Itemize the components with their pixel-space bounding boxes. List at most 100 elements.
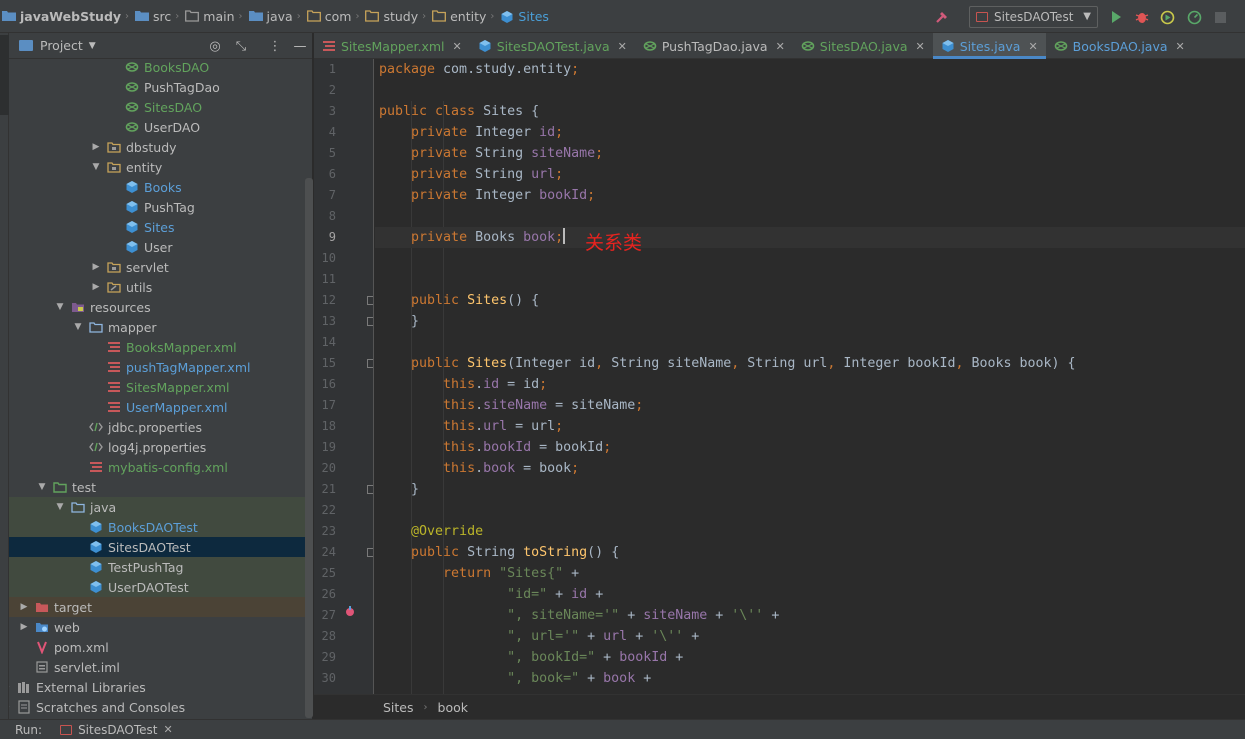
code-line[interactable]: ", bookId=" + bookId + [375, 647, 1245, 668]
code-line[interactable]: private Integer bookId; [375, 185, 1245, 206]
tab-pushtagdao-java[interactable]: PushTagDao.java ✕ [635, 33, 793, 59]
tree-item-java[interactable]: ▼ java [9, 497, 305, 517]
code-line[interactable]: "id=" + id + [375, 584, 1245, 605]
fold-marker-icon[interactable] [367, 485, 373, 494]
code-line[interactable] [375, 269, 1245, 290]
code-line[interactable]: } [375, 479, 1245, 500]
code-line[interactable]: private Books book; [375, 227, 1245, 248]
close-icon[interactable]: ✕ [916, 40, 925, 53]
code-line[interactable]: public String toString() { [375, 542, 1245, 563]
profiler-icon[interactable] [1186, 9, 1202, 25]
tree-item-booksdao[interactable]: BooksDAO [9, 57, 305, 77]
locate-file-icon[interactable]: ◎ [207, 38, 223, 54]
build-hammer-icon[interactable] [934, 9, 950, 25]
project-view-select[interactable]: Project [40, 38, 83, 53]
tree-item-mybatis-config-xml[interactable]: mybatis-config.xml [9, 457, 305, 477]
breadcrumb-item-src[interactable]: src › [133, 0, 183, 33]
project-tree-scrollbar[interactable] [305, 178, 313, 718]
code-line[interactable]: ", siteName='" + siteName + '\'' + [375, 605, 1245, 626]
fold-marker-icon[interactable] [367, 548, 373, 557]
run-icon[interactable] [1108, 9, 1124, 25]
code-line[interactable] [375, 248, 1245, 269]
fold-marker-icon[interactable] [367, 317, 373, 326]
tree-item-pushtagdao[interactable]: PushTagDao [9, 77, 305, 97]
tree-item-testpushtag[interactable]: TestPushTag [9, 557, 305, 577]
code-line[interactable]: public Sites() { [375, 290, 1245, 311]
tree-item-pom-xml[interactable]: pom.xml [9, 637, 305, 657]
tab-sitesdao-java[interactable]: SitesDAO.java ✕ [793, 33, 933, 59]
fold-marker-icon[interactable] [367, 359, 373, 368]
tree-item-sitesdaotest[interactable]: SitesDAOTest [9, 537, 305, 557]
breadcrumb-item-main[interactable]: main › [183, 0, 246, 33]
project-tool-tab[interactable] [0, 35, 9, 115]
tab-sitesdaotest-java[interactable]: SitesDAOTest.java ✕ [470, 33, 635, 59]
code-line[interactable]: private String url; [375, 164, 1245, 185]
code-line[interactable]: this.book = book; [375, 458, 1245, 479]
tree-item-booksdaotest[interactable]: BooksDAOTest [9, 517, 305, 537]
collapse-all-icon[interactable]: ⤡ [233, 38, 249, 54]
hide-panel-icon[interactable]: — [292, 38, 308, 54]
tree-item-booksmapper-xml[interactable]: BooksMapper.xml [9, 337, 305, 357]
tree-item-target[interactable]: ▶ target [9, 597, 305, 617]
code-editor[interactable]: package com.study.entity; public class Si… [375, 59, 1245, 694]
expand-arrow-icon[interactable]: ▶ [19, 602, 29, 612]
tree-item-sites[interactable]: Sites [9, 217, 305, 237]
tree-item-sitesdao[interactable]: SitesDAO [9, 97, 305, 117]
code-line[interactable]: public Sites(Integer id, String siteName… [375, 353, 1245, 374]
close-icon[interactable]: ✕ [453, 40, 462, 53]
code-line[interactable] [375, 500, 1245, 521]
code-line[interactable]: this.siteName = siteName; [375, 395, 1245, 416]
tree-item-web[interactable]: ▶ web [9, 617, 305, 637]
run-configuration-select[interactable]: SitesDAOTest ▼ [969, 6, 1098, 28]
close-icon[interactable]: ✕ [618, 40, 627, 53]
collapse-arrow-icon[interactable]: ▼ [91, 162, 101, 172]
run-tab[interactable]: SitesDAOTest ✕ [60, 723, 173, 737]
expand-arrow-icon[interactable]: ▶ [91, 282, 101, 292]
tab-booksdao-java[interactable]: BooksDAO.java ✕ [1046, 33, 1193, 59]
expand-arrow-icon[interactable]: ▶ [9, 682, 11, 692]
debug-bug-icon[interactable] [1134, 9, 1150, 25]
tree-item-pushtagmapper-xml[interactable]: pushTagMapper.xml [9, 357, 305, 377]
close-icon[interactable]: ✕ [1028, 40, 1037, 53]
tree-item-mapper[interactable]: ▼ mapper [9, 317, 305, 337]
tree-item-entity[interactable]: ▼ entity [9, 157, 305, 177]
tree-item-userdaotest[interactable]: UserDAOTest [9, 577, 305, 597]
tree-item-userdao[interactable]: UserDAO [9, 117, 305, 137]
code-line[interactable]: @Override [375, 521, 1245, 542]
code-line[interactable]: this.url = url; [375, 416, 1245, 437]
code-line[interactable]: public class Sites { [375, 101, 1245, 122]
close-icon[interactable]: ✕ [163, 723, 172, 736]
tree-item-dbstudy[interactable]: ▶ dbstudy [9, 137, 305, 157]
expand-arrow-icon[interactable]: ▶ [19, 622, 29, 632]
breadcrumb-item-java[interactable]: java › [247, 0, 305, 33]
editor-breadcrumb-item[interactable]: book [438, 700, 468, 715]
code-line[interactable] [375, 80, 1245, 101]
override-method-icon[interactable] [344, 605, 356, 617]
code-line[interactable]: this.id = id; [375, 374, 1245, 395]
collapse-arrow-icon[interactable]: ▼ [37, 482, 47, 492]
breadcrumb-item-project[interactable]: javaWebStudy › [0, 0, 133, 33]
tree-item-utils[interactable]: ▶ utils [9, 277, 305, 297]
code-line[interactable] [375, 206, 1245, 227]
tree-item-test[interactable]: ▼ test [9, 477, 305, 497]
expand-arrow-icon[interactable]: ▶ [9, 702, 11, 712]
tab-sitesmapper-xml[interactable]: SitesMapper.xml ✕ [314, 33, 470, 59]
code-line[interactable]: private Integer id; [375, 122, 1245, 143]
collapse-arrow-icon[interactable]: ▼ [55, 502, 65, 512]
collapse-arrow-icon[interactable]: ▼ [55, 302, 65, 312]
expand-arrow-icon[interactable]: ▶ [91, 142, 101, 152]
breadcrumb-item-com[interactable]: com › [305, 0, 364, 33]
fold-marker-icon[interactable] [367, 296, 373, 305]
tree-item-usermapper-xml[interactable]: UserMapper.xml [9, 397, 305, 417]
expand-arrow-icon[interactable]: ▶ [91, 262, 101, 272]
close-icon[interactable]: ✕ [1176, 40, 1185, 53]
code-line[interactable]: private String siteName; [375, 143, 1245, 164]
breadcrumb-item-entity[interactable]: entity › [430, 0, 498, 33]
tree-item-log4j-properties[interactable]: log4j.properties [9, 437, 305, 457]
tree-item-scratches-and-consoles[interactable]: ▶ Scratches and Consoles [9, 697, 305, 717]
tree-item-books[interactable]: Books [9, 177, 305, 197]
tree-item-pushtag[interactable]: PushTag [9, 197, 305, 217]
tree-item-servlet[interactable]: ▶ servlet [9, 257, 305, 277]
run-with-coverage-icon[interactable] [1159, 9, 1175, 25]
tree-item-servlet-iml[interactable]: servlet.iml [9, 657, 305, 677]
